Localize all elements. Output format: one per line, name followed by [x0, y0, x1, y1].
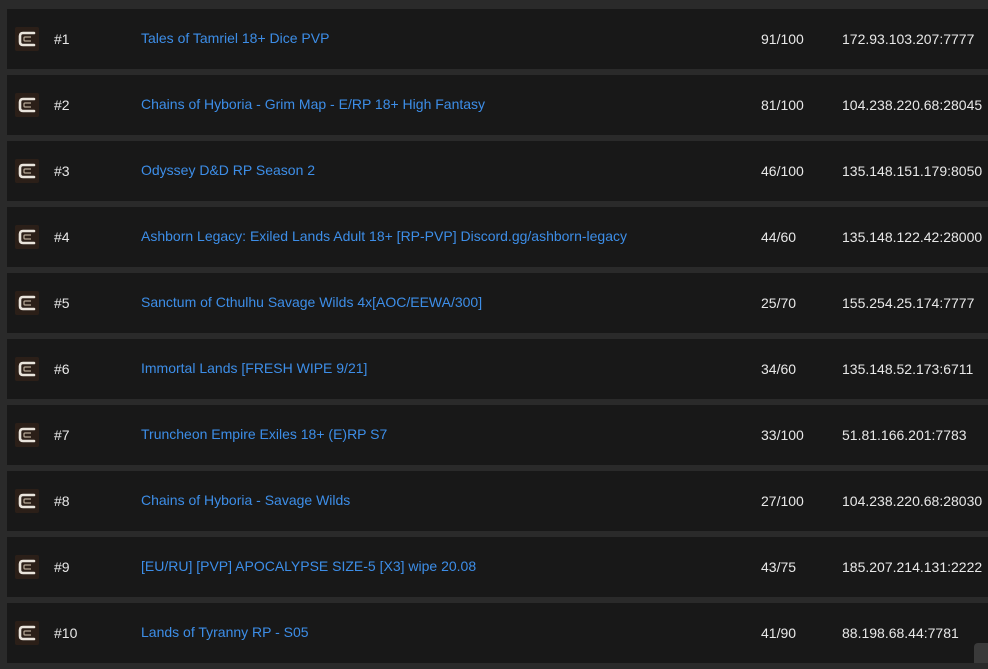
player-count: 44/60 — [761, 229, 797, 245]
server-name-link[interactable]: [EU/RU] [PVP] APOCALYPSE SIZE-5 [X3] wip… — [141, 558, 476, 574]
server-name-link[interactable]: Tales of Tamriel 18+ Dice PVP — [141, 30, 329, 46]
server-name-link[interactable]: Lands of Tyranny RP - S05 — [141, 624, 309, 640]
server-name-link[interactable]: Truncheon Empire Exiles 18+ (E)RP S7 — [141, 426, 387, 442]
server-address: 155.254.25.174:7777 — [842, 295, 975, 311]
game-logo-icon — [15, 357, 39, 381]
player-count: 43/75 — [761, 559, 797, 575]
server-row-3[interactable]: #3 Odyssey D&D RP Season 2 46/100 135.14… — [7, 141, 988, 201]
server-name-link[interactable]: Sanctum of Cthulhu Savage Wilds 4x[AOC/E… — [141, 294, 482, 310]
server-row-1[interactable]: #1 Tales of Tamriel 18+ Dice PVP 91/100 … — [7, 9, 988, 69]
server-address: 135.148.122.42:28000 — [842, 229, 983, 245]
server-address: 172.93.103.207:7777 — [842, 31, 975, 47]
server-name-link[interactable]: Odyssey D&D RP Season 2 — [141, 162, 315, 178]
player-count: 41/90 — [761, 625, 797, 641]
player-count: 46/100 — [761, 163, 804, 179]
server-name-link[interactable]: Immortal Lands [FRESH WIPE 9/21] — [141, 360, 367, 376]
server-row-8[interactable]: #8 Chains of Hyboria - Savage Wilds 27/1… — [7, 471, 988, 531]
game-logo-icon — [15, 291, 39, 315]
server-rank: #1 — [54, 31, 70, 47]
player-count: 25/70 — [761, 295, 797, 311]
server-row-10[interactable]: #10 Lands of Tyranny RP - S05 41/90 88.1… — [7, 603, 988, 663]
server-name-link[interactable]: Chains of Hyboria - Savage Wilds — [141, 492, 350, 508]
game-logo-icon — [15, 225, 39, 249]
server-rank: #3 — [54, 163, 70, 179]
server-rank: #10 — [54, 625, 78, 641]
server-row-4[interactable]: #4 Ashborn Legacy: Exiled Lands Adult 18… — [7, 207, 988, 267]
server-rank: #8 — [54, 493, 70, 509]
scroll-corner[interactable] — [974, 643, 988, 663]
game-logo-icon — [15, 93, 39, 117]
server-row-9[interactable]: #9 [EU/RU] [PVP] APOCALYPSE SIZE-5 [X3] … — [7, 537, 988, 597]
player-count: 27/100 — [761, 493, 804, 509]
server-address: 135.148.151.179:8050 — [842, 163, 983, 179]
server-row-7[interactable]: #7 Truncheon Empire Exiles 18+ (E)RP S7 … — [7, 405, 988, 465]
game-logo-icon — [15, 27, 39, 51]
game-logo-icon — [15, 159, 39, 183]
game-logo-icon — [15, 621, 39, 645]
server-address: 135.148.52.173:6711 — [842, 361, 974, 377]
server-list: #1 Tales of Tamriel 18+ Dice PVP 91/100 … — [7, 9, 988, 669]
game-logo-icon — [15, 555, 39, 579]
server-address: 51.81.166.201:7783 — [842, 427, 967, 443]
server-rank: #2 — [54, 97, 70, 113]
server-rank: #5 — [54, 295, 70, 311]
player-count: 91/100 — [761, 31, 804, 47]
server-address: 185.207.214.131:2222 — [842, 559, 983, 575]
player-count: 34/60 — [761, 361, 797, 377]
server-address: 88.198.68.44:7781 — [842, 625, 959, 641]
server-rank: #9 — [54, 559, 70, 575]
server-row-2[interactable]: #2 Chains of Hyboria - Grim Map - E/RP 1… — [7, 75, 988, 135]
server-row-6[interactable]: #6 Immortal Lands [FRESH WIPE 9/21] 34/6… — [7, 339, 988, 399]
server-rank: #7 — [54, 427, 70, 443]
game-logo-icon — [15, 423, 39, 447]
player-count: 33/100 — [761, 427, 804, 443]
server-name-link[interactable]: Ashborn Legacy: Exiled Lands Adult 18+ [… — [141, 228, 627, 244]
game-logo-icon — [15, 489, 39, 513]
server-address: 104.238.220.68:28030 — [842, 493, 983, 509]
server-address: 104.238.220.68:28045 — [842, 97, 983, 113]
player-count: 81/100 — [761, 97, 804, 113]
server-row-5[interactable]: #5 Sanctum of Cthulhu Savage Wilds 4x[AO… — [7, 273, 988, 333]
server-name-link[interactable]: Chains of Hyboria - Grim Map - E/RP 18+ … — [141, 96, 485, 112]
server-rank: #6 — [54, 361, 70, 377]
server-rank: #4 — [54, 229, 70, 245]
